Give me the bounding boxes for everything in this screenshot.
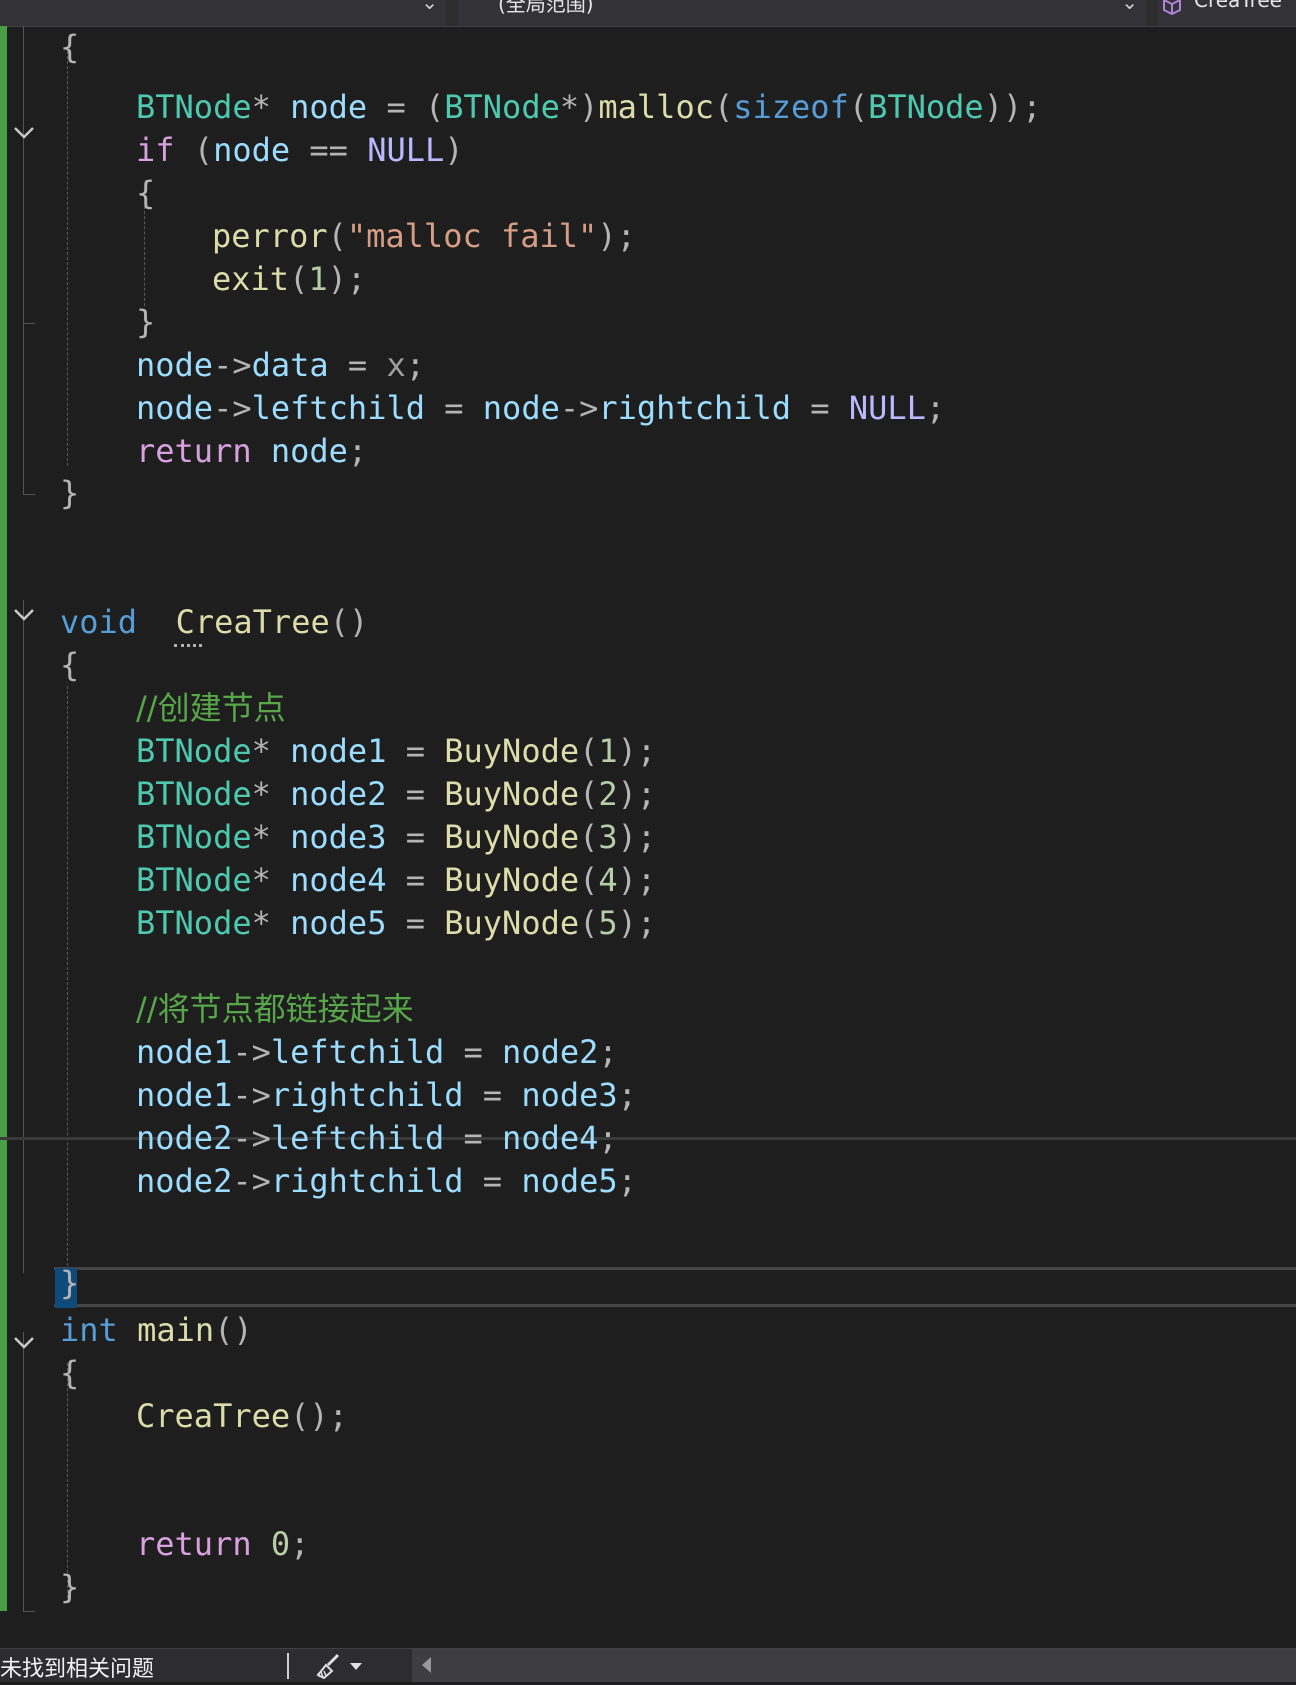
code-line-33: { [60, 1354, 80, 1392]
outline-line [23, 1332, 24, 1611]
outline-line [23, 26, 24, 494]
code-line-32: int main() [60, 1311, 253, 1349]
code-line-node4: BTNode* node4 = BuyNode(4); [136, 861, 657, 899]
code-line-node2: BTNode* node2 = BuyNode(2); [136, 775, 657, 813]
code-line-10: return node; [136, 432, 368, 470]
brush-icon [316, 1653, 362, 1680]
code-line-05: perror("malloc fail"); [212, 217, 636, 255]
comment-create-nodes: //创建节点 [136, 689, 286, 727]
code-line-08: node->data = x; [136, 346, 425, 384]
code-line-14: void CreaTree() [60, 603, 369, 641]
code-line-06: exit(1); [212, 260, 367, 298]
scroll-left-icon[interactable] [422, 1657, 431, 1673]
project-dropdown[interactable]: ⌄ [0, 0, 446, 26]
fold-collapse-icon[interactable] [10, 118, 38, 146]
code-line-38: } [60, 1568, 80, 1606]
horizontal-scrollbar[interactable] [412, 1649, 1296, 1682]
fold-collapse-icon[interactable] [10, 1328, 38, 1356]
code-line-07: } [136, 303, 156, 341]
code-line-link1: node1->leftchild = node2; [136, 1033, 618, 1071]
member-dropdown[interactable]: CreaTree [1158, 0, 1296, 26]
chevron-down-icon: ⌄ [421, 0, 438, 14]
scope-dropdown[interactable]: (全局范围) ⌄ [458, 0, 1146, 26]
outline-tick [23, 323, 35, 324]
member-label: CreaTree [1194, 0, 1282, 12]
code-line-link3: node2->leftchild = node4; [136, 1119, 618, 1157]
suggestion-dots [174, 641, 202, 647]
code-line-37: return 0; [136, 1525, 310, 1563]
status-bar: 未找到相关问题 [0, 1648, 1296, 1682]
scope-label: (全局范围) [498, 0, 594, 16]
code-line-15: { [60, 646, 80, 684]
code-line-01: { [60, 28, 80, 66]
code-line-link4: node2->rightchild = node5; [136, 1162, 637, 1200]
comment-link-nodes: //将节点都链接起来 [136, 990, 414, 1028]
indent-guide [67, 46, 68, 466]
chevron-down-icon: ⌄ [1121, 0, 1138, 14]
outline-tick [23, 494, 35, 495]
fold-collapse-icon[interactable] [10, 600, 38, 628]
code-editor[interactable]: { BTNode* node = (BTNode*)malloc(sizeof(… [0, 26, 1296, 1648]
code-line-34: CreaTree(); [136, 1397, 348, 1435]
code-line-09: node->leftchild = node->rightchild = NUL… [136, 389, 946, 427]
status-divider [287, 1653, 289, 1679]
code-line-31: } [60, 1264, 80, 1302]
navigation-bar: ⌄ (全局范围) ⌄ CreaTree [0, 0, 1296, 27]
code-line-node1: BTNode* node1 = BuyNode(1); [136, 732, 657, 770]
current-line-highlight [54, 1267, 1296, 1307]
code-line-link2: node1->rightchild = node3; [136, 1076, 637, 1114]
indent-guide [144, 206, 145, 306]
code-line-11: } [60, 474, 80, 512]
issues-status[interactable]: 未找到相关问题 [0, 1651, 154, 1683]
change-tracking-bar [0, 26, 7, 1611]
class-cube-icon [1163, 0, 1181, 16]
code-line-node3: BTNode* node3 = BuyNode(3); [136, 818, 657, 856]
code-cleanup-button[interactable] [312, 1651, 372, 1680]
outline-tick [23, 1611, 35, 1612]
code-line-02: BTNode* node = (BTNode*)malloc(sizeof(BT… [136, 88, 1042, 126]
indent-guide [67, 686, 68, 1286]
code-line-04: { [136, 174, 156, 212]
code-line-node5: BTNode* node5 = BuyNode(5); [136, 904, 657, 942]
code-line-03: if (node == NULL) [136, 131, 464, 169]
outline-line [23, 600, 24, 1273]
